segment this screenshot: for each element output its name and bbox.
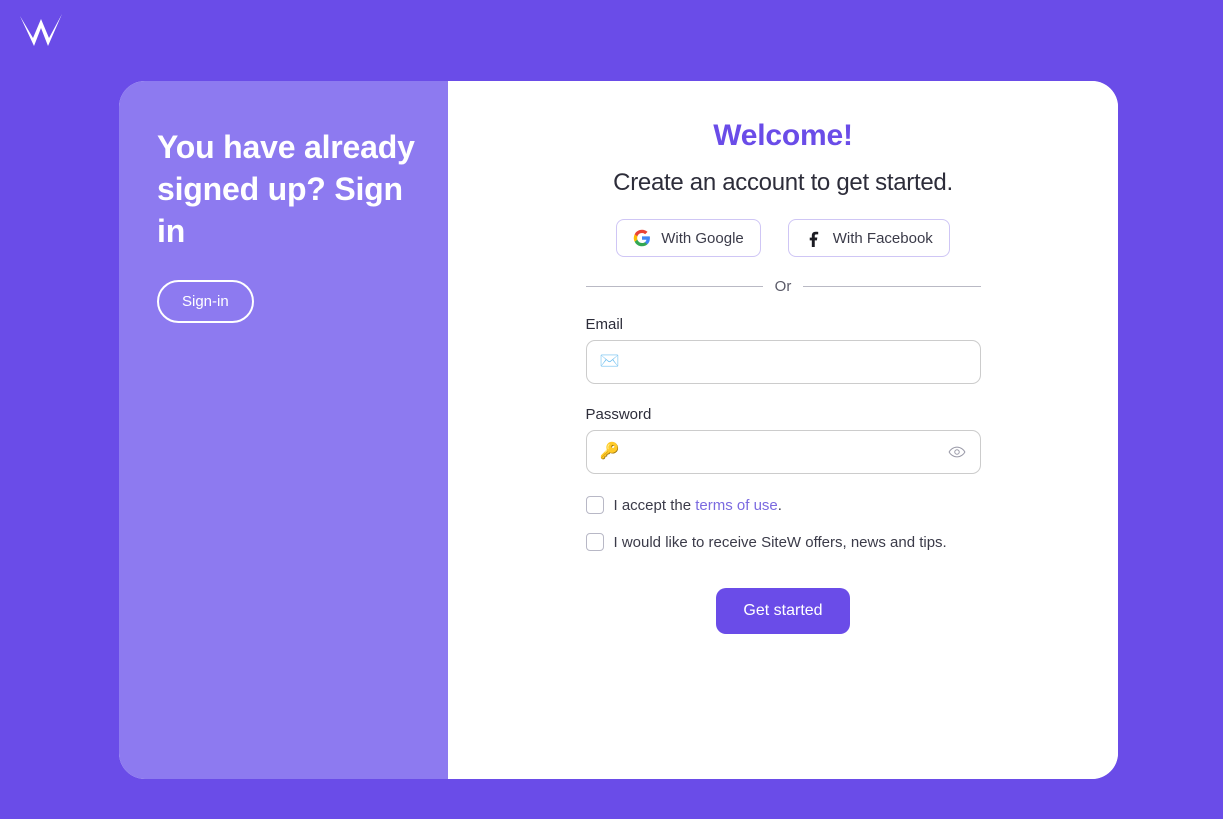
get-started-button[interactable]: Get started	[716, 588, 850, 634]
social-login-row: With Google With Facebook	[616, 219, 950, 257]
facebook-login-label: With Facebook	[832, 229, 933, 247]
terms-text-before: I accept the	[613, 496, 696, 514]
google-login-label: With Google	[661, 229, 744, 247]
terms-of-use-link[interactable]: terms of use	[695, 497, 778, 514]
submit-row: Get started	[586, 588, 981, 634]
facebook-icon	[805, 229, 823, 247]
terms-checkbox[interactable]	[585, 496, 604, 514]
terms-checkbox-row[interactable]: I accept the terms of use.	[585, 496, 981, 514]
newsletter-checkbox[interactable]	[585, 533, 604, 551]
terms-text-after: .	[777, 496, 782, 514]
terms-checkbox-label: I accept the terms of use.	[614, 497, 782, 514]
email-field-block: Email ✉️	[585, 316, 981, 384]
sitew-w-logo-icon	[20, 14, 62, 46]
eye-icon	[948, 446, 965, 458]
newsletter-checkbox-label: I would like to receive SiteW offers, ne…	[613, 533, 947, 551]
google-icon	[633, 229, 651, 247]
sitew-logo[interactable]	[18, 10, 64, 52]
newsletter-checkbox-row[interactable]: I would like to receive SiteW offers, ne…	[585, 533, 981, 551]
page-title: Welcome!	[713, 119, 853, 152]
divider-line-left	[585, 286, 763, 287]
divider-label: Or	[774, 278, 792, 295]
signup-card: You have already signed up? Sign in Sign…	[119, 81, 1118, 779]
divider-line-right	[803, 286, 981, 287]
signup-form-panel: Welcome! Create an account to get starte…	[448, 81, 1118, 779]
signup-form: Email ✉️ Password 🔑 I accept the terms o…	[585, 316, 981, 570]
toggle-password-visibility-button[interactable]	[946, 441, 968, 463]
password-input-wrap[interactable]: 🔑	[585, 430, 981, 474]
password-field-block: Password 🔑	[585, 406, 981, 474]
sign-in-button[interactable]: Sign-in	[157, 280, 254, 323]
facebook-login-button[interactable]: With Facebook	[787, 219, 950, 257]
left-panel-heading: You have already signed up? Sign in	[157, 129, 415, 249]
email-input-wrap[interactable]: ✉️	[585, 340, 981, 384]
password-label: Password	[585, 406, 652, 423]
page-subtitle: Create an account to get started.	[613, 169, 953, 196]
or-divider: Or	[585, 278, 981, 295]
left-promo-panel: You have already signed up? Sign in Sign…	[119, 81, 448, 779]
email-label: Email	[585, 316, 624, 333]
password-input[interactable]	[586, 431, 980, 473]
email-input[interactable]	[586, 341, 980, 383]
google-login-button[interactable]: With Google	[616, 219, 761, 257]
